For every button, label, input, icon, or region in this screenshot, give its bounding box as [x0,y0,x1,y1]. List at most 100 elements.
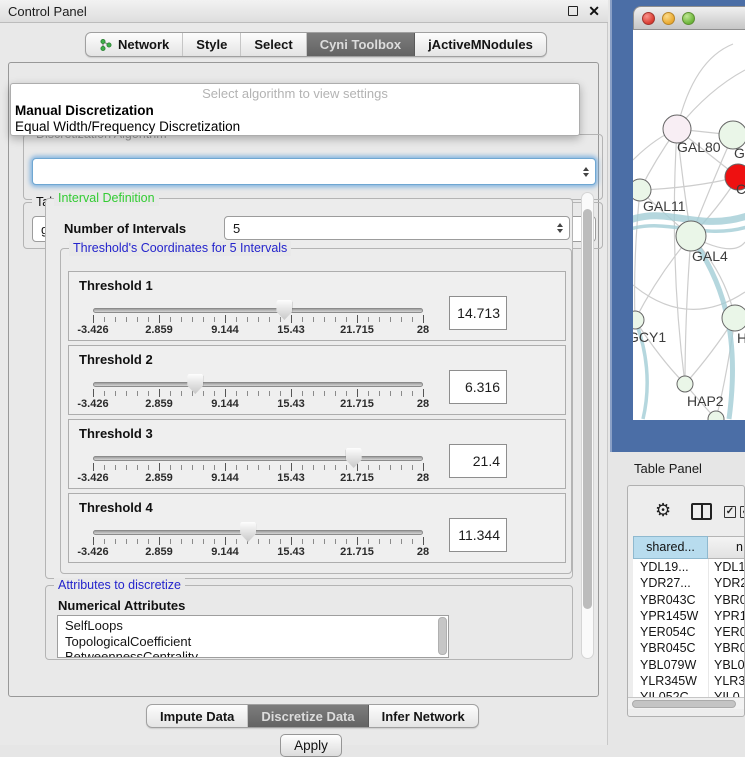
threshold-value-field[interactable]: 6.316 [449,370,507,404]
cell-shared-name: YPR145W [633,608,708,624]
zoom-traffic-light-icon[interactable] [682,12,695,25]
spinner-arrows-icon[interactable] [583,167,589,177]
tab-discretize-data[interactable]: Discretize Data [248,705,368,727]
tick-label: 28 [417,472,429,484]
network-edge-highlighted[interactable] [633,216,745,222]
tab-cyni-toolbox[interactable]: Cyni Toolbox [307,33,415,56]
algorithm-combobox[interactable] [32,158,596,185]
list-item[interactable]: BetweennessCentrality [65,649,448,658]
hscrollbar-thumb[interactable] [632,700,736,708]
tab-infer-network[interactable]: Infer Network [369,705,478,727]
threshold-panel: Threshold 1 -3.4262.8599.14415.4321.71528… [68,271,566,341]
threshold-value-field[interactable]: 21.4 [449,444,507,478]
cyni-toolbox-panel: Discretization Algorithm Table Data galF… [8,62,599,697]
tick-label: 2.859 [145,398,173,410]
slider-track[interactable] [93,530,423,535]
table-row[interactable]: YLR345WYLR3 [633,673,745,689]
num-intervals-combobox[interactable]: 5 [224,216,570,240]
tick-label: -3.426 [77,398,108,410]
network-node-h[interactable] [722,305,745,331]
cell-shared-name: YDR27... [633,575,708,591]
network-node-gcy1[interactable] [633,311,644,329]
network-canvas[interactable]: GAL80GACGAL11GAL4GCY1HHAP2 [633,30,745,420]
tick-label: 21.715 [340,472,374,484]
checked-checkbox-icon[interactable]: ✓ [740,506,745,518]
table-row[interactable]: YER054CYER0 [633,624,745,640]
major-tick [225,537,226,545]
list-item[interactable]: TopologicalCoefficient [65,634,448,650]
checked-checkbox-icon[interactable]: ✓ [724,506,736,518]
close-traffic-light-icon[interactable] [642,12,655,25]
cell-shared-name: YLR345W [633,673,708,689]
settings-scrollbar[interactable] [581,192,594,659]
major-tick [423,389,424,397]
spinner-arrows-icon[interactable] [557,223,563,233]
slider-track[interactable] [93,456,423,461]
scrollbar-thumb[interactable] [583,209,592,609]
gear-icon[interactable]: ⚙ [655,501,671,519]
table-hscrollbar[interactable] [628,697,745,709]
threshold-slider[interactable]: -3.4262.8599.14415.4321.71528 [93,374,423,414]
tab-select[interactable]: Select [241,33,306,56]
slider-track[interactable] [93,308,423,313]
tab-impute-data[interactable]: Impute Data [147,705,248,727]
threshold-value-field[interactable]: 11.344 [449,518,507,552]
network-graph[interactable]: GAL80GACGAL11GAL4GCY1HHAP2 [633,30,745,420]
table-row[interactable]: YBR045CYBR0 [633,640,745,656]
numerical-attributes-list[interactable]: SelfLoopsTopologicalCoefficientBetweenne… [57,615,449,658]
float-window-icon[interactable] [568,6,578,16]
network-node-gal4[interactable] [676,221,706,251]
apply-button[interactable]: Apply [280,734,342,757]
network-edge[interactable] [640,177,738,190]
table-row[interactable]: YBR043CYBR0 [633,592,745,608]
column-layout-icon[interactable] [691,503,712,520]
network-node-hap2[interactable] [677,376,693,392]
cell-name: YPR1 [708,608,745,624]
table-panel: ⚙ ✓ ✓ shared... n YDL19...YDL1YDR27...YD… [627,485,745,717]
tick-label: 9.144 [211,546,239,558]
threshold-value-field[interactable]: 14.713 [449,296,507,330]
network-icon [99,38,113,52]
group-title: Attributes to discretize [54,578,185,593]
table-row[interactable]: YDR27...YDR2 [633,575,745,591]
minimize-traffic-light-icon[interactable] [662,12,675,25]
network-edge[interactable] [635,190,640,320]
threshold-panel: Threshold 4-3.4262.8599.14415.4321.71528… [68,493,566,563]
table-row[interactable]: YBL079WYBL0 [633,657,745,673]
table-row[interactable]: YPR145WYPR1 [633,608,745,624]
dropdown-option-equal-width-frequency-discretization[interactable]: Equal Width/Frequency Discretization [11,119,579,135]
thresholds-group: Threshold's Coordinates for 5 Intervals … [60,248,572,574]
slider-track[interactable] [93,382,423,387]
num-intervals-value: 5 [233,221,240,236]
network-edge[interactable] [633,285,745,309]
threshold-label: Threshold 1 [79,278,153,293]
dropdown-option-manual-discretization[interactable]: Manual Discretization [11,103,579,119]
tab-style[interactable]: Style [183,33,241,56]
list-item[interactable]: SelfLoops [65,618,448,634]
threshold-slider[interactable]: -3.4262.8599.14415.4321.71528 [93,448,423,488]
threshold-slider[interactable]: -3.4262.8599.14415.4321.71528 [93,522,423,562]
tick-label: -3.426 [77,546,108,558]
list-scrollbar-thumb[interactable] [438,617,447,655]
tick-label: 2.859 [145,324,173,336]
major-tick [93,537,94,545]
network-edge[interactable] [674,129,685,384]
tab-network[interactable]: Network [86,33,183,56]
network-edge[interactable] [685,236,691,384]
threshold-panel: Threshold 2-3.4262.8599.14415.4321.71528… [68,345,566,415]
close-window-icon[interactable]: ✕ [588,4,600,18]
tick-label: 9.144 [211,398,239,410]
column-header-shared[interactable]: shared... [633,536,708,559]
threshold-slider[interactable]: -3.4262.8599.14415.4321.71528 [93,300,423,340]
table-row[interactable]: YDL19...YDL1 [633,559,745,575]
network-edge[interactable] [677,44,733,129]
tab-jactivemnodules[interactable]: jActiveMNodules [415,33,546,56]
column-header-name[interactable]: n [708,536,745,559]
interval-definition-group: Interval Definition Number of Intervals … [45,198,573,579]
tick-label: 2.859 [145,546,173,558]
table-row[interactable]: YIL052CYIL0 [633,689,745,697]
tick-label: 2.859 [145,472,173,484]
cell-name: YER0 [708,624,745,640]
cell-name: YBL0 [708,657,745,673]
major-tick [291,315,292,323]
